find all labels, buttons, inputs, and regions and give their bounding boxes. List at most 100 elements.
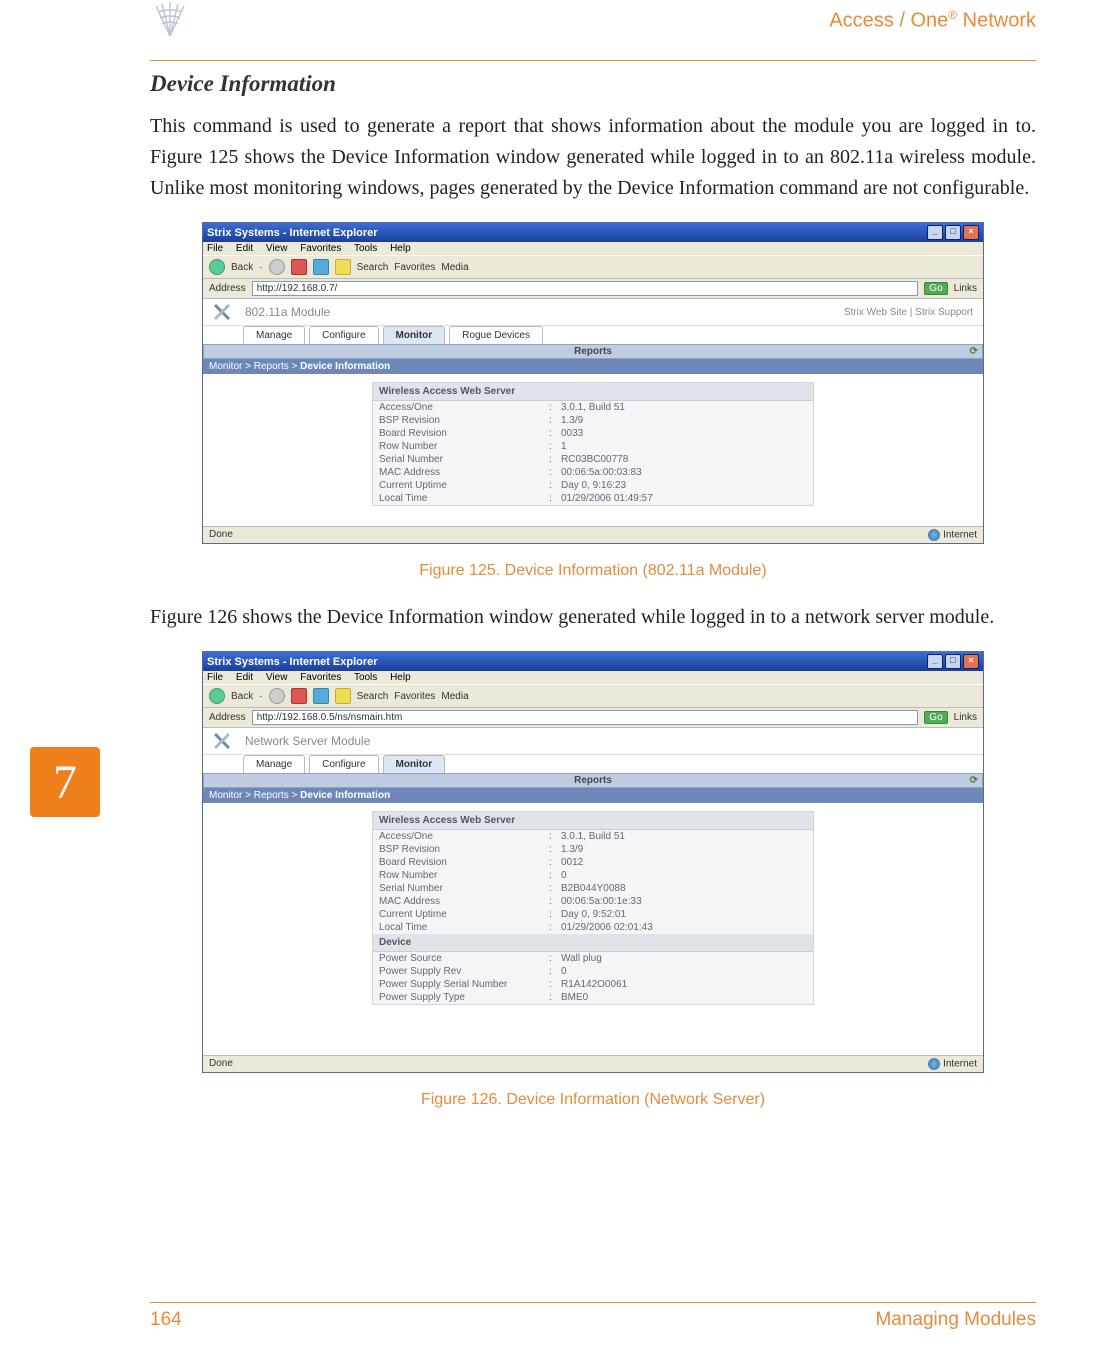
module-name: Network Server Module [245,734,370,748]
page-footer: 164 Managing Modules [150,1302,1036,1331]
internet-icon [928,529,940,541]
address-label: Address [209,283,246,294]
close-icon[interactable]: × [963,225,979,240]
close-icon[interactable]: × [963,654,979,669]
footer-section: Managing Modules [875,1309,1036,1331]
home-icon[interactable] [335,259,351,275]
links-label[interactable]: Links [954,712,977,723]
menu-tools[interactable]: Tools [354,243,377,254]
refresh-icon[interactable] [313,259,329,275]
menu-view[interactable]: View [266,243,288,254]
back-icon[interactable] [209,688,225,704]
row-access-one: Access/One:3.0.1, Build 51 [373,830,813,843]
back-button[interactable]: Back [231,691,253,702]
module-header: 802.11a Module Strix Web Site | Strix Su… [203,299,983,326]
row-uptime: Current Uptime:Day 0, 9:16:23 [373,479,813,492]
menu-edit[interactable]: Edit [236,672,253,683]
stop-icon[interactable] [291,259,307,275]
url-input[interactable]: http://192.168.0.5/ns/nsmain.htm [252,710,919,725]
reports-bar: Reports ⟳ [203,773,983,788]
figure-125-caption: Figure 125. Device Information (802.11a … [150,562,1036,580]
status-internet: Internet [928,529,977,541]
media-button[interactable]: Media [441,691,468,702]
tab-bar: Manage Configure Monitor [203,755,983,773]
row-mac: MAC Address:00:06:5a:00:1e:33 [373,895,813,908]
refresh-icon-small[interactable]: ⟳ [970,346,978,357]
row-board: Board Revision:0012 [373,856,813,869]
forward-icon[interactable] [269,688,285,704]
menu-bar: File Edit View Favorites Tools Help [203,242,983,255]
header-links[interactable]: Strix Web Site | Strix Support [844,307,973,318]
menu-help[interactable]: Help [390,672,411,683]
status-bar: Done Internet [203,526,983,543]
menu-edit[interactable]: Edit [236,243,253,254]
tab-configure[interactable]: Configure [309,755,378,773]
panel-header: Wireless Access Web Server [373,812,813,830]
maximize-icon[interactable]: □ [945,225,961,240]
menu-file[interactable]: File [207,243,223,254]
menu-view[interactable]: View [266,672,288,683]
tab-configure[interactable]: Configure [309,326,378,344]
url-input[interactable]: http://192.168.0.7/ [252,281,919,296]
back-button[interactable]: Back [231,262,253,273]
tab-rogue[interactable]: Rogue Devices [449,326,543,344]
menu-tools[interactable]: Tools [354,672,377,683]
search-button[interactable]: Search [357,262,389,273]
search-button[interactable]: Search [357,691,389,702]
row-serial: Serial Number:B2B044Y0088 [373,882,813,895]
paragraph-1: This command is used to generate a repor… [150,111,1036,204]
info-panel: Wireless Access Web Server Access/One:3.… [372,382,814,506]
maximize-icon[interactable]: □ [945,654,961,669]
media-button[interactable]: Media [441,262,468,273]
product-title: Access / One® Network [829,8,1036,33]
stop-icon[interactable] [291,688,307,704]
row-localtime: Local Time:01/29/2006 02:01:43 [373,921,813,934]
tab-manage[interactable]: Manage [243,326,305,344]
content-area: Wireless Access Web Server Access/One:3.… [203,803,983,1055]
figure-126-caption: Figure 126. Device Information (Network … [150,1091,1036,1109]
status-internet: Internet [928,1058,977,1070]
refresh-icon-small[interactable]: ⟳ [970,775,978,786]
back-icon[interactable] [209,259,225,275]
home-icon[interactable] [335,688,351,704]
row-psserial: Power Supply Serial Number:R1A142O0061 [373,978,813,991]
menu-favorites[interactable]: Favorites [300,672,341,683]
menu-bar: File Edit View Favorites Tools Help [203,671,983,684]
breadcrumb-active: Device Information [300,790,390,801]
registered-mark: ® [948,8,957,22]
tab-manage[interactable]: Manage [243,755,305,773]
tab-bar: Manage Configure Monitor Rogue Devices [203,326,983,344]
menu-file[interactable]: File [207,672,223,683]
status-done: Done [209,529,233,541]
breadcrumb-prefix: Monitor > Reports > [209,361,300,372]
address-label: Address [209,712,246,723]
address-bar: Address http://192.168.0.5/ns/nsmain.htm… [203,708,983,728]
tab-monitor[interactable]: Monitor [383,326,446,344]
reports-label: Reports [574,775,612,786]
internet-icon [928,1058,940,1070]
forward-icon[interactable] [269,259,285,275]
tab-monitor[interactable]: Monitor [383,755,446,773]
section-heading: Device Information [150,71,1036,97]
go-button[interactable]: Go [924,282,947,295]
favorites-button[interactable]: Favorites [394,262,435,273]
strix-x-icon [213,303,231,321]
address-bar: Address http://192.168.0.7/ Go Links [203,279,983,299]
minimize-icon[interactable]: _ [927,225,943,240]
menu-help[interactable]: Help [390,243,411,254]
favorites-button[interactable]: Favorites [394,691,435,702]
row-number: Row Number:0 [373,869,813,882]
strix-logo-icon [150,2,190,38]
figure-126-screenshot: Strix Systems - Internet Explorer _ □ × … [202,651,984,1073]
breadcrumb: Monitor > Reports > Device Information [203,788,983,803]
row-bsp: BSP Revision:1.3/9 [373,414,813,427]
refresh-icon[interactable] [313,688,329,704]
reports-label: Reports [574,346,612,357]
menu-favorites[interactable]: Favorites [300,243,341,254]
row-bsp: BSP Revision:1.3/9 [373,843,813,856]
links-label[interactable]: Links [954,283,977,294]
row-pstype: Power Supply Type:BME0 [373,991,813,1004]
window-title: Strix Systems - Internet Explorer [207,656,378,668]
go-button[interactable]: Go [924,711,947,724]
minimize-icon[interactable]: _ [927,654,943,669]
